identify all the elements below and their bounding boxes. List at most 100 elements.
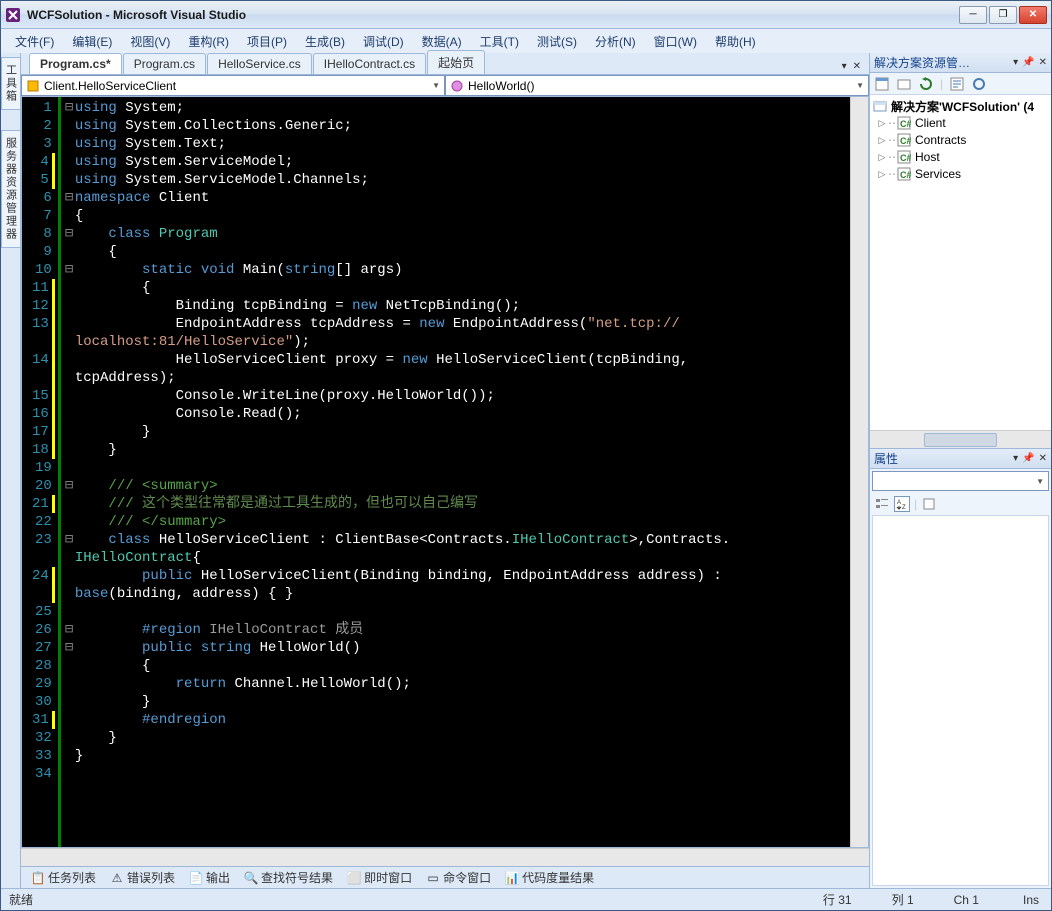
csharp-project-icon: C#	[896, 167, 912, 181]
bottom-tab[interactable]: 📋任务列表	[27, 868, 100, 887]
document-tab[interactable]: Program.cs	[123, 53, 206, 74]
solution-node[interactable]: 解决方案'WCFSolution' (4	[872, 98, 1049, 114]
pane-close-icon[interactable]: ✕	[1039, 453, 1047, 464]
dropdown-icon: ▼	[432, 81, 440, 90]
project-node[interactable]: ▷⋯C#Contracts	[872, 132, 1049, 148]
tab-dropdown-icon[interactable]: ▾	[842, 61, 847, 72]
close-button[interactable]: ✕	[1019, 6, 1047, 24]
menu-item[interactable]: 窗口(W)	[646, 31, 705, 52]
menu-item[interactable]: 重构(R)	[180, 31, 237, 52]
csharp-project-icon: C#	[896, 150, 912, 164]
menu-item[interactable]: 调试(D)	[355, 31, 412, 52]
editor-wrap: 1234567891011121314151617181920212223242…	[21, 97, 869, 848]
pane-dropdown-icon[interactable]: ▾	[1013, 453, 1018, 464]
document-tab[interactable]: HelloService.cs	[207, 53, 312, 74]
expand-icon[interactable]: ▷	[876, 118, 888, 129]
pane-close-icon[interactable]: ✕	[1039, 57, 1047, 68]
bottom-tab[interactable]: ▭命令窗口	[422, 868, 495, 887]
menu-item[interactable]: 测试(S)	[529, 31, 585, 52]
pin-icon[interactable]: 📌	[1022, 57, 1034, 68]
expand-icon[interactable]: ▷	[876, 169, 888, 180]
csharp-project-icon: C#	[896, 116, 912, 130]
document-tab[interactable]: 起始页	[427, 50, 485, 74]
document-tabs: Program.cs*Program.csHelloService.csIHel…	[21, 53, 869, 75]
bottom-tab[interactable]: ⚠错误列表	[106, 868, 179, 887]
left-tool-strip: 工具箱服务器资源管理器	[1, 53, 21, 888]
pane-title: 解决方案资源管…	[874, 54, 1009, 71]
solution-tree[interactable]: 解决方案'WCFSolution' (4▷⋯C#Client▷⋯C#Contra…	[870, 95, 1051, 430]
document-tab[interactable]: IHelloContract.cs	[313, 53, 426, 74]
dropdown-icon: ▼	[856, 81, 864, 90]
menu-item[interactable]: 生成(B)	[297, 31, 353, 52]
project-node[interactable]: ▷⋯C#Client	[872, 115, 1049, 131]
body: 工具箱服务器资源管理器 Program.cs*Program.csHelloSe…	[1, 53, 1051, 888]
pin-icon[interactable]: 📌	[1022, 453, 1034, 464]
refresh-icon[interactable]	[918, 76, 934, 92]
menu-item[interactable]: 工具(T)	[472, 31, 527, 52]
tab-icon: 📋	[31, 871, 45, 885]
properties-grid[interactable]	[872, 515, 1049, 886]
menubar: 文件(F)编辑(E)视图(V)重构(R)项目(P)生成(B)调试(D)数据(A)…	[1, 29, 1051, 53]
status-ready: 就绪	[9, 891, 33, 908]
expand-icon[interactable]: ▷	[876, 135, 888, 146]
tab-close-icon[interactable]: ✕	[853, 61, 861, 72]
side-tab[interactable]: 工具箱	[1, 57, 21, 110]
type-navigator[interactable]: Client.HelloServiceClient ▼	[21, 75, 445, 96]
bottom-tab[interactable]: ⬜即时窗口	[343, 868, 416, 887]
bottom-tab[interactable]: 📄输出	[185, 868, 234, 887]
window-buttons: ─ ❐ ✕	[957, 6, 1047, 24]
bottom-tool-tabs: 📋任务列表 ⚠错误列表 📄输出 🔍查找符号结果 ⬜即时窗口 ▭命令窗口 📊代码度量结果	[21, 866, 869, 888]
minimize-button[interactable]: ─	[959, 6, 987, 24]
project-node[interactable]: ▷⋯C#Services	[872, 166, 1049, 182]
menu-item[interactable]: 数据(A)	[414, 31, 470, 52]
member-navigator[interactable]: HelloWorld() ▼	[445, 75, 869, 96]
line-gutter: 1234567891011121314151617181920212223242…	[22, 97, 61, 847]
window-title: WCFSolution - Microsoft Visual Studio	[27, 8, 957, 22]
properties-toolbar: AZ |	[870, 493, 1051, 515]
editor-horizontal-scrollbar[interactable]	[21, 848, 869, 866]
tab-icon: ⬜	[347, 871, 361, 885]
properties-icon[interactable]	[874, 76, 890, 92]
menu-item[interactable]: 分析(N)	[587, 31, 644, 52]
solution-explorer: 解决方案资源管… ▾ 📌 ✕ | 解决方案'WCFSolution' (4▷⋯C…	[870, 53, 1051, 448]
view-designer-icon[interactable]	[971, 76, 987, 92]
properties-object-selector[interactable]: ▼	[872, 471, 1049, 491]
tab-icon: ▭	[426, 871, 440, 885]
tab-icon: 📊	[505, 871, 519, 885]
property-pages-icon[interactable]	[921, 496, 937, 512]
type-navigator-text: Client.HelloServiceClient	[44, 79, 176, 93]
project-node[interactable]: ▷⋯C#Host	[872, 149, 1049, 165]
bottom-tab[interactable]: 🔍查找符号结果	[240, 868, 337, 887]
tab-controls: ▾ ✕	[842, 61, 869, 74]
member-navigator-text: HelloWorld()	[468, 79, 534, 93]
bottom-tab[interactable]: 📊代码度量结果	[501, 868, 598, 887]
status-line: 行 31	[823, 891, 852, 908]
menu-item[interactable]: 文件(F)	[7, 31, 62, 52]
view-code-icon[interactable]	[949, 76, 965, 92]
code-content[interactable]: ⊟using System; using System.Collections.…	[61, 97, 850, 847]
alphabetical-icon[interactable]: AZ	[894, 496, 910, 512]
editor-vertical-scrollbar[interactable]	[850, 97, 868, 847]
document-tab[interactable]: Program.cs*	[29, 53, 122, 74]
pane-dropdown-icon[interactable]: ▾	[1013, 57, 1018, 68]
expand-icon[interactable]: ▷	[876, 152, 888, 163]
menu-item[interactable]: 帮助(H)	[707, 31, 764, 52]
side-tab[interactable]: 服务器资源管理器	[1, 130, 21, 248]
method-icon	[450, 79, 464, 93]
categorized-icon[interactable]	[874, 496, 890, 512]
svg-text:A: A	[897, 500, 901, 506]
show-all-icon[interactable]	[896, 76, 912, 92]
tree-horizontal-scrollbar[interactable]	[870, 430, 1051, 448]
solution-explorer-header: 解决方案资源管… ▾ 📌 ✕	[870, 53, 1051, 73]
right-pane: 解决方案资源管… ▾ 📌 ✕ | 解决方案'WCFSolution' (4▷⋯C…	[869, 53, 1051, 888]
menu-item[interactable]: 视图(V)	[122, 31, 178, 52]
menu-item[interactable]: 编辑(E)	[64, 31, 120, 52]
properties-header: 属性 ▾ 📌 ✕	[870, 449, 1051, 469]
maximize-button[interactable]: ❐	[989, 6, 1017, 24]
navigation-bar: Client.HelloServiceClient ▼ HelloWorld()…	[21, 75, 869, 97]
code-editor[interactable]: 1234567891011121314151617181920212223242…	[22, 97, 850, 847]
menu-item[interactable]: 项目(P)	[239, 31, 295, 52]
pane-title: 属性	[874, 450, 1009, 467]
csharp-project-icon: C#	[896, 133, 912, 147]
solution-toolbar: |	[870, 73, 1051, 95]
